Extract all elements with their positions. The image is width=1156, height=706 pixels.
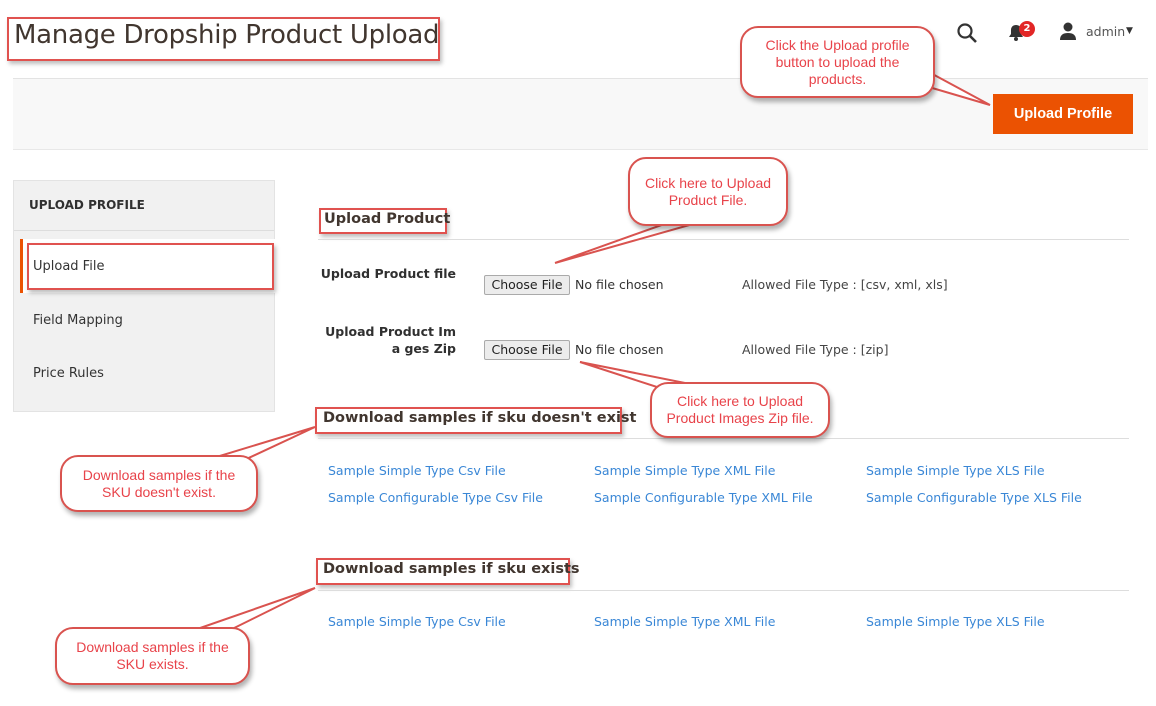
section-heading-samples-not-exist: Download samples if sku doesn't exist xyxy=(323,410,637,426)
sidebar-item-field-mapping[interactable]: Field Mapping xyxy=(33,313,123,328)
caret-down-icon[interactable]: ▼ xyxy=(1126,26,1133,36)
file-status: No file chosen xyxy=(575,277,664,292)
file-status: No file chosen xyxy=(575,342,664,357)
upload-profile-button[interactable]: Upload Profile xyxy=(993,94,1133,134)
section-heading-samples-exist: Download samples if sku exists xyxy=(323,561,580,577)
field-label: Upload Product file xyxy=(320,266,456,281)
callout-images-zip: Click here to Upload Product Images Zip … xyxy=(650,382,830,438)
callout-samples-not-exist: Download samples if the SKU doesn't exis… xyxy=(60,455,258,512)
callout-pointer xyxy=(554,221,701,264)
sidebar: UPLOAD PROFILE Upload File Field Mapping… xyxy=(13,180,276,412)
choose-file-button[interactable]: Choose File xyxy=(484,340,570,360)
field-label: Upload Product Ima ges Zip xyxy=(296,323,456,357)
sample-link[interactable]: Sample Configurable Type XLS File xyxy=(866,490,1082,505)
sample-link[interactable]: Sample Configurable Type Csv File xyxy=(328,490,543,505)
sample-link[interactable]: Sample Configurable Type XML File xyxy=(594,490,813,505)
search-icon[interactable] xyxy=(956,22,978,48)
sidebar-title: UPLOAD PROFILE xyxy=(29,198,145,212)
allowed-file-type: Allowed File Type : [csv, xml, xls] xyxy=(742,277,948,292)
sample-link[interactable]: Sample Simple Type XLS File xyxy=(866,614,1045,629)
divider xyxy=(14,230,274,231)
divider xyxy=(318,590,1129,591)
notification-badge: 2 xyxy=(1019,21,1035,37)
callout-upload-profile: Click the Upload profile button to uploa… xyxy=(740,26,935,98)
sidebar-item-price-rules[interactable]: Price Rules xyxy=(33,366,104,381)
sample-link[interactable]: Sample Simple Type XLS File xyxy=(866,463,1045,478)
user-icon[interactable] xyxy=(1059,22,1077,44)
divider xyxy=(318,438,1129,439)
highlight-upload-file xyxy=(27,243,274,290)
field-label-text: Upload Product Ima ges Zip xyxy=(325,324,456,356)
divider xyxy=(318,239,1129,240)
callout-product-file: Click here to Upload Product File. xyxy=(628,157,788,226)
page-title: Manage Dropship Product Upload xyxy=(14,20,440,50)
callout-samples-exist: Download samples if the SKU exists. xyxy=(55,627,250,685)
choose-file-button[interactable]: Choose File xyxy=(484,275,570,295)
sample-link[interactable]: Sample Simple Type XML File xyxy=(594,614,775,629)
sample-link[interactable]: Sample Simple Type XML File xyxy=(594,463,775,478)
allowed-file-type: Allowed File Type : [zip] xyxy=(742,342,889,357)
page-actions-bar xyxy=(13,78,1148,150)
section-heading-upload-product: Upload Product xyxy=(324,211,451,227)
sample-link[interactable]: Sample Simple Type Csv File xyxy=(328,614,506,629)
user-menu[interactable]: admin xyxy=(1086,24,1125,39)
sample-link[interactable]: Sample Simple Type Csv File xyxy=(328,463,506,478)
